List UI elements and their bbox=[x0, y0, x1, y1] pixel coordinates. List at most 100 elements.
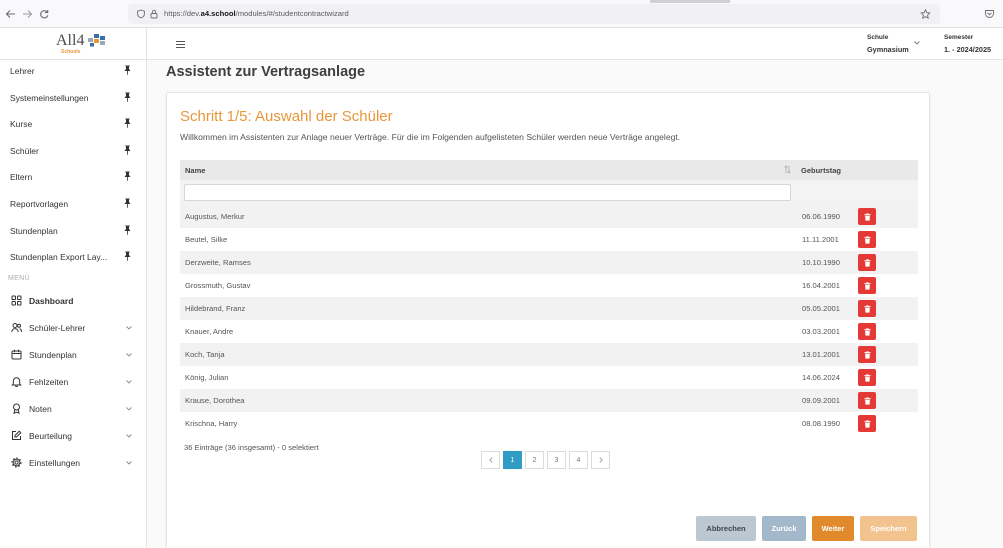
pagination-page-button[interactable]: 3 bbox=[547, 451, 566, 469]
chevron-down-icon[interactable] bbox=[126, 407, 132, 411]
pin-icon[interactable] bbox=[124, 92, 131, 102]
sidebar-item-label: Reportvorlagen bbox=[10, 198, 69, 209]
logo[interactable]: All4 Schools bbox=[0, 28, 147, 60]
pin-icon[interactable] bbox=[124, 145, 131, 155]
reload-icon[interactable] bbox=[39, 9, 49, 19]
table-header: Name Geburtstag bbox=[180, 160, 918, 180]
sidebar-item-schueler[interactable]: Schüler bbox=[0, 137, 146, 164]
lock-icon[interactable] bbox=[149, 9, 159, 19]
school-selector[interactable]: Schule Gymnasium bbox=[867, 34, 909, 55]
delete-row-button[interactable] bbox=[858, 392, 876, 409]
sidebar-item-stundenplan[interactable]: Stundenplan bbox=[0, 217, 146, 244]
column-header-birthday[interactable]: Geburtstag bbox=[801, 166, 841, 175]
student-birthday: 16.04.2001 bbox=[802, 281, 841, 290]
column-header-name[interactable]: Name bbox=[185, 166, 205, 175]
sidebar-item-eltern[interactable]: Eltern bbox=[0, 163, 146, 190]
address-bar[interactable]: https://dev.a4.school/modules/#/studentc… bbox=[128, 4, 940, 24]
table-row[interactable]: Grossmuth, Gustav 16.04.2001 bbox=[180, 274, 918, 297]
semester-selector[interactable]: Semester 1. - 2024/2025 bbox=[944, 34, 991, 55]
student-birthday: 10.10.1990 bbox=[802, 258, 841, 267]
delete-row-button[interactable] bbox=[858, 369, 876, 386]
sidebar-menu-einstellungen[interactable]: Einstellungen bbox=[0, 449, 146, 476]
sidebar-menu-noten[interactable]: Noten bbox=[0, 395, 146, 422]
star-icon[interactable] bbox=[920, 8, 931, 19]
window-tab-edge bbox=[650, 0, 730, 3]
sidebar-menu-label: Dashboard bbox=[29, 296, 74, 306]
sidebar-item-kurse[interactable]: Kurse bbox=[0, 110, 146, 137]
delete-row-button[interactable] bbox=[858, 231, 876, 248]
pin-icon[interactable] bbox=[124, 65, 131, 75]
table-row[interactable]: Koch, Tanja 13.01.2001 bbox=[180, 343, 918, 366]
sidebar-item-label: Stundenplan Export Lay... bbox=[10, 252, 108, 263]
sidebar-menu-dashboard[interactable]: Dashboard bbox=[0, 287, 146, 314]
pin-icon[interactable] bbox=[124, 118, 131, 128]
forward-arrow-icon[interactable] bbox=[22, 9, 33, 19]
chevron-down-icon[interactable] bbox=[126, 461, 132, 465]
step-description: Willkommen im Assistenten zur Anlage neu… bbox=[180, 132, 681, 142]
table-row[interactable]: Beutel, Silke 11.11.2001 bbox=[180, 228, 918, 251]
delete-row-button[interactable] bbox=[858, 415, 876, 432]
chevron-down-icon[interactable] bbox=[126, 353, 132, 357]
sidebar-menu-stundenplan[interactable]: Stundenplan bbox=[0, 341, 146, 368]
save-button[interactable]: Speichern bbox=[860, 516, 917, 541]
trash-icon bbox=[863, 212, 871, 221]
sidebar-menu-label: Fehlzeiten bbox=[29, 377, 69, 387]
hamburger-menu-icon[interactable] bbox=[176, 41, 185, 48]
pocket-icon[interactable] bbox=[984, 9, 995, 19]
delete-row-button[interactable] bbox=[858, 254, 876, 271]
delete-row-button[interactable] bbox=[858, 208, 876, 225]
pagination-prev-button[interactable] bbox=[481, 451, 500, 469]
chevron-down-icon[interactable] bbox=[914, 41, 920, 45]
table-row[interactable]: Derzweite, Ramses 10.10.1990 bbox=[180, 251, 918, 274]
chevron-down-icon[interactable] bbox=[126, 380, 132, 384]
sidebar-menu-beurteilung[interactable]: Beurteilung bbox=[0, 422, 146, 449]
student-birthday: 08.08.1990 bbox=[802, 419, 841, 428]
sidebar-item-stundenplan-export-lay[interactable]: Stundenplan Export Lay... bbox=[0, 243, 146, 270]
sidebar-menu-fehlzeiten[interactable]: Fehlzeiten bbox=[0, 368, 146, 395]
url-text[interactable]: https://dev.a4.school/modules/#/studentc… bbox=[164, 9, 349, 19]
pagination-page-button[interactable]: 4 bbox=[569, 451, 588, 469]
pin-icon[interactable] bbox=[124, 171, 131, 182]
cancel-button[interactable]: Abbrechen bbox=[696, 516, 756, 541]
sort-icon[interactable] bbox=[784, 165, 791, 174]
student-birthday: 05.05.2001 bbox=[802, 304, 841, 313]
pagination-page-button[interactable]: 1 bbox=[503, 451, 522, 469]
pagination-next-button[interactable] bbox=[591, 451, 610, 469]
chevron-down-icon[interactable] bbox=[126, 326, 132, 330]
url-path: /modules/#/studentcontractwizard bbox=[235, 9, 349, 18]
app-header: All4 Schools Schule Gymnasium Semester 1… bbox=[0, 28, 1003, 60]
sidebar-item-reportvorlagen[interactable]: Reportvorlagen bbox=[0, 190, 146, 217]
table-row[interactable]: Krause, Dorothea 09.09.2001 bbox=[180, 389, 918, 412]
back-button[interactable]: Zurück bbox=[762, 516, 806, 541]
delete-row-button[interactable] bbox=[858, 300, 876, 317]
logo-text: All4 bbox=[56, 32, 85, 49]
chevron-left-icon bbox=[488, 457, 493, 463]
school-value: Gymnasium bbox=[867, 45, 909, 54]
url-host: a4.school bbox=[200, 9, 236, 18]
table-row[interactable]: Krischna, Harry 08.08.1990 bbox=[180, 412, 918, 435]
back-arrow-icon[interactable] bbox=[5, 9, 16, 19]
pin-icon[interactable] bbox=[124, 251, 131, 261]
sidebar-item-systemeinstellungen[interactable]: Systemeinstellungen bbox=[0, 84, 146, 111]
table-row[interactable]: König, Julian 14.06.2024 bbox=[180, 366, 918, 389]
trash-icon bbox=[863, 396, 871, 405]
pin-icon[interactable] bbox=[124, 225, 131, 235]
table-row[interactable]: Hildebrand, Franz 05.05.2001 bbox=[180, 297, 918, 320]
table-row[interactable]: Augustus, Merkur 06.06.1990 bbox=[180, 205, 918, 228]
sidebar-item-label: Systemeinstellungen bbox=[10, 92, 89, 103]
trash-icon bbox=[863, 235, 871, 244]
delete-row-button[interactable] bbox=[858, 323, 876, 340]
delete-row-button[interactable] bbox=[858, 346, 876, 363]
sidebar-menu-schueler-lehrer[interactable]: Schüler-Lehrer bbox=[0, 314, 146, 341]
pagination-page-button[interactable]: 2 bbox=[525, 451, 544, 469]
trash-icon bbox=[863, 304, 871, 313]
name-filter-input[interactable] bbox=[184, 184, 791, 201]
shield-icon[interactable] bbox=[136, 9, 146, 19]
table-filter-row bbox=[180, 180, 918, 205]
table-row[interactable]: Knauer, Andre 03.03.2001 bbox=[180, 320, 918, 343]
sidebar-item-lehrer[interactable]: Lehrer bbox=[0, 60, 146, 84]
pin-icon[interactable] bbox=[124, 198, 131, 208]
next-button[interactable]: Weiter bbox=[812, 516, 854, 541]
chevron-down-icon[interactable] bbox=[126, 434, 132, 438]
delete-row-button[interactable] bbox=[858, 277, 876, 294]
